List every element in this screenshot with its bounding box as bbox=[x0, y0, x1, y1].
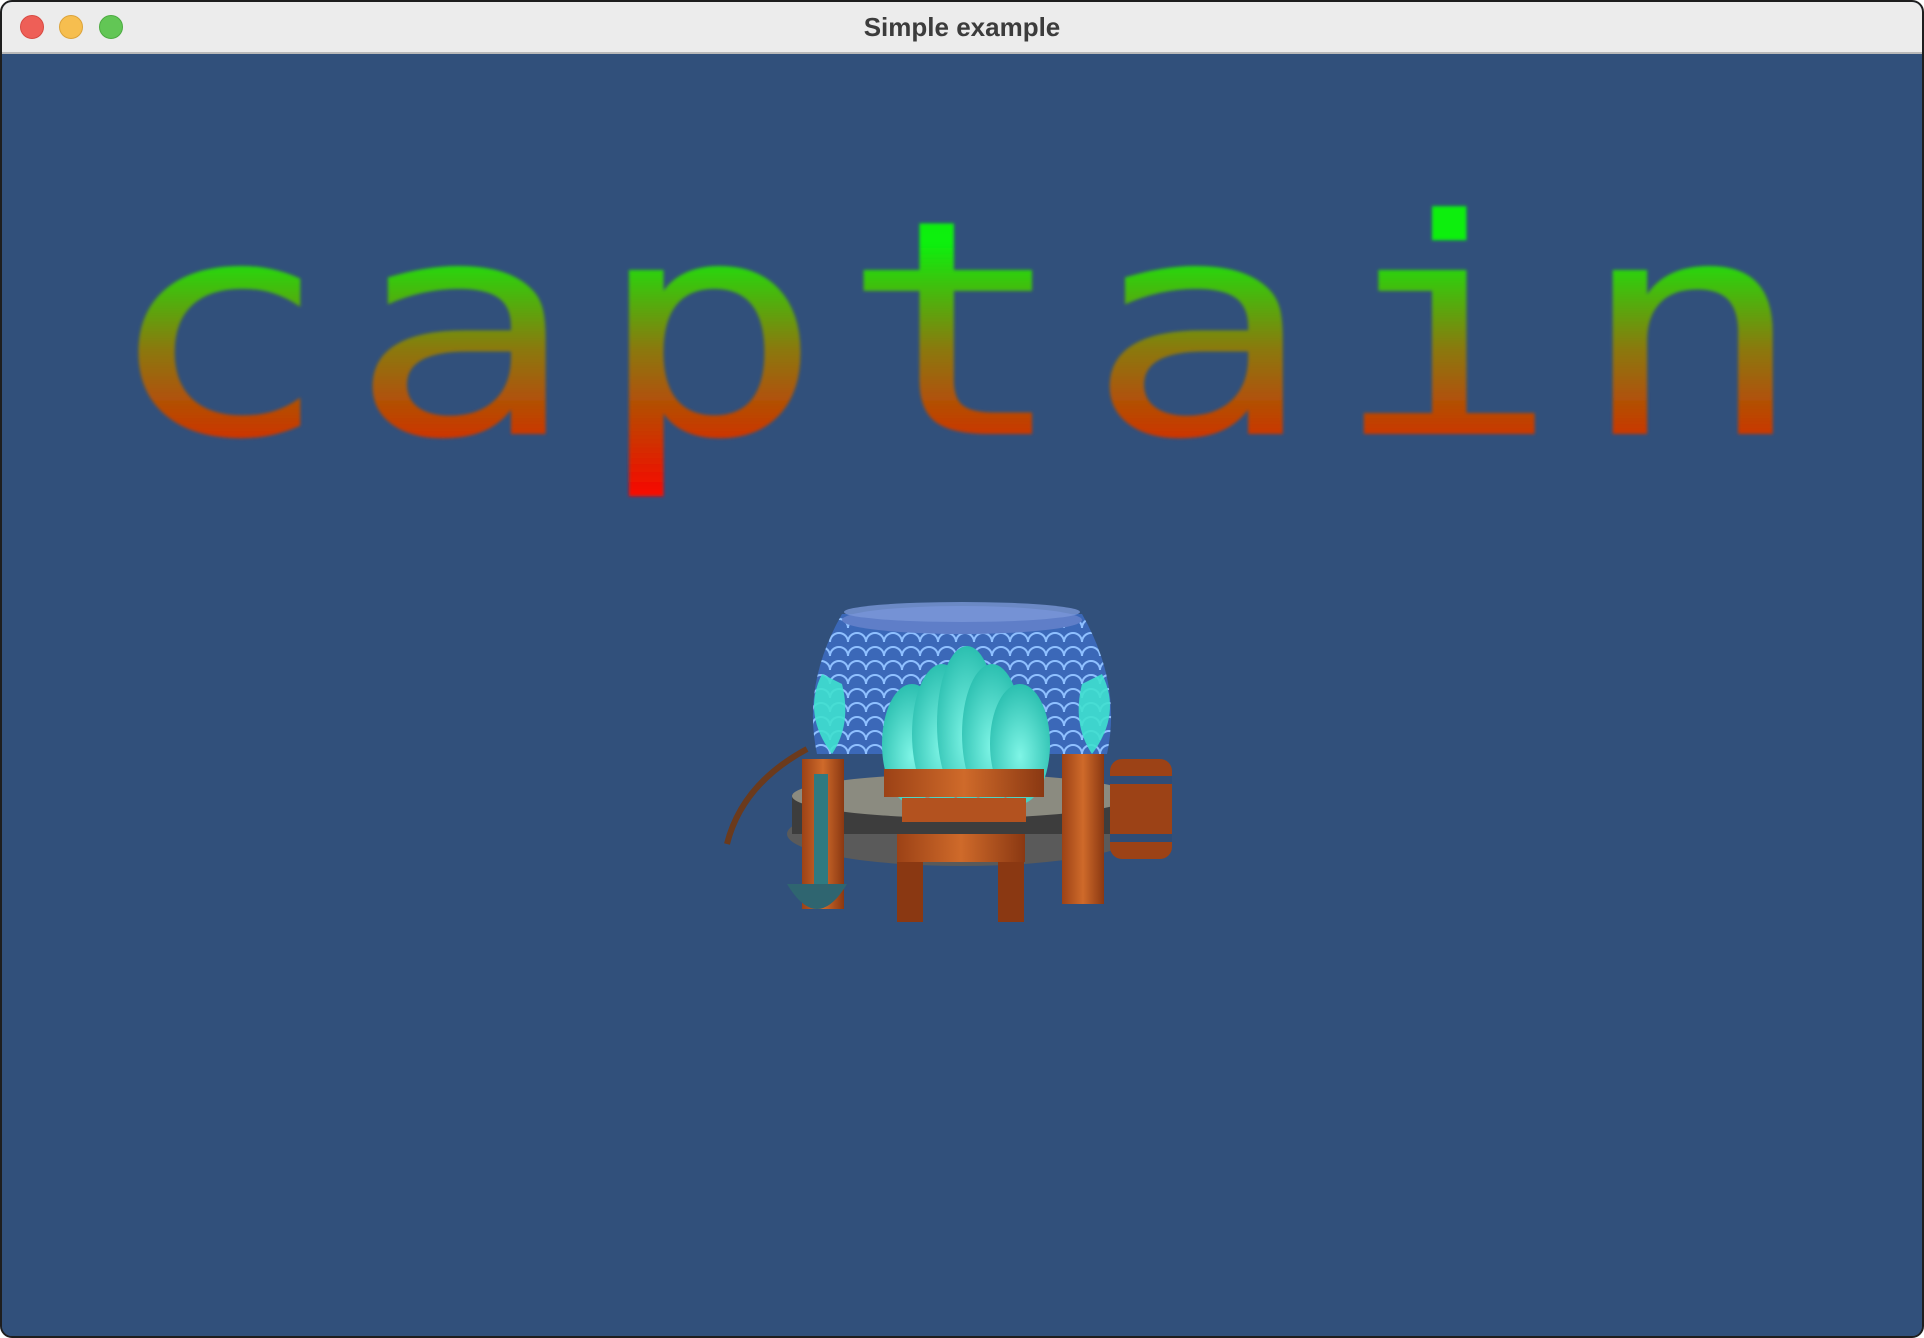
barrel bbox=[1110, 759, 1172, 859]
logo-group: captain bbox=[102, 156, 1822, 505]
bench-front bbox=[897, 834, 1025, 862]
well-model[interactable] bbox=[724, 602, 1172, 922]
logo-text: captain bbox=[102, 156, 1822, 505]
app-window: Simple example captain bbox=[0, 0, 1924, 1338]
console-strip bbox=[2, 1330, 1922, 1336]
scene-canvas: captain bbox=[102, 156, 1822, 922]
right-post bbox=[1062, 754, 1104, 904]
render-viewport[interactable]: captain bbox=[2, 54, 1922, 1336]
bench-top bbox=[884, 769, 1044, 797]
title-bar[interactable]: Simple example bbox=[2, 2, 1922, 54]
window-title: Simple example bbox=[863, 12, 1061, 42]
